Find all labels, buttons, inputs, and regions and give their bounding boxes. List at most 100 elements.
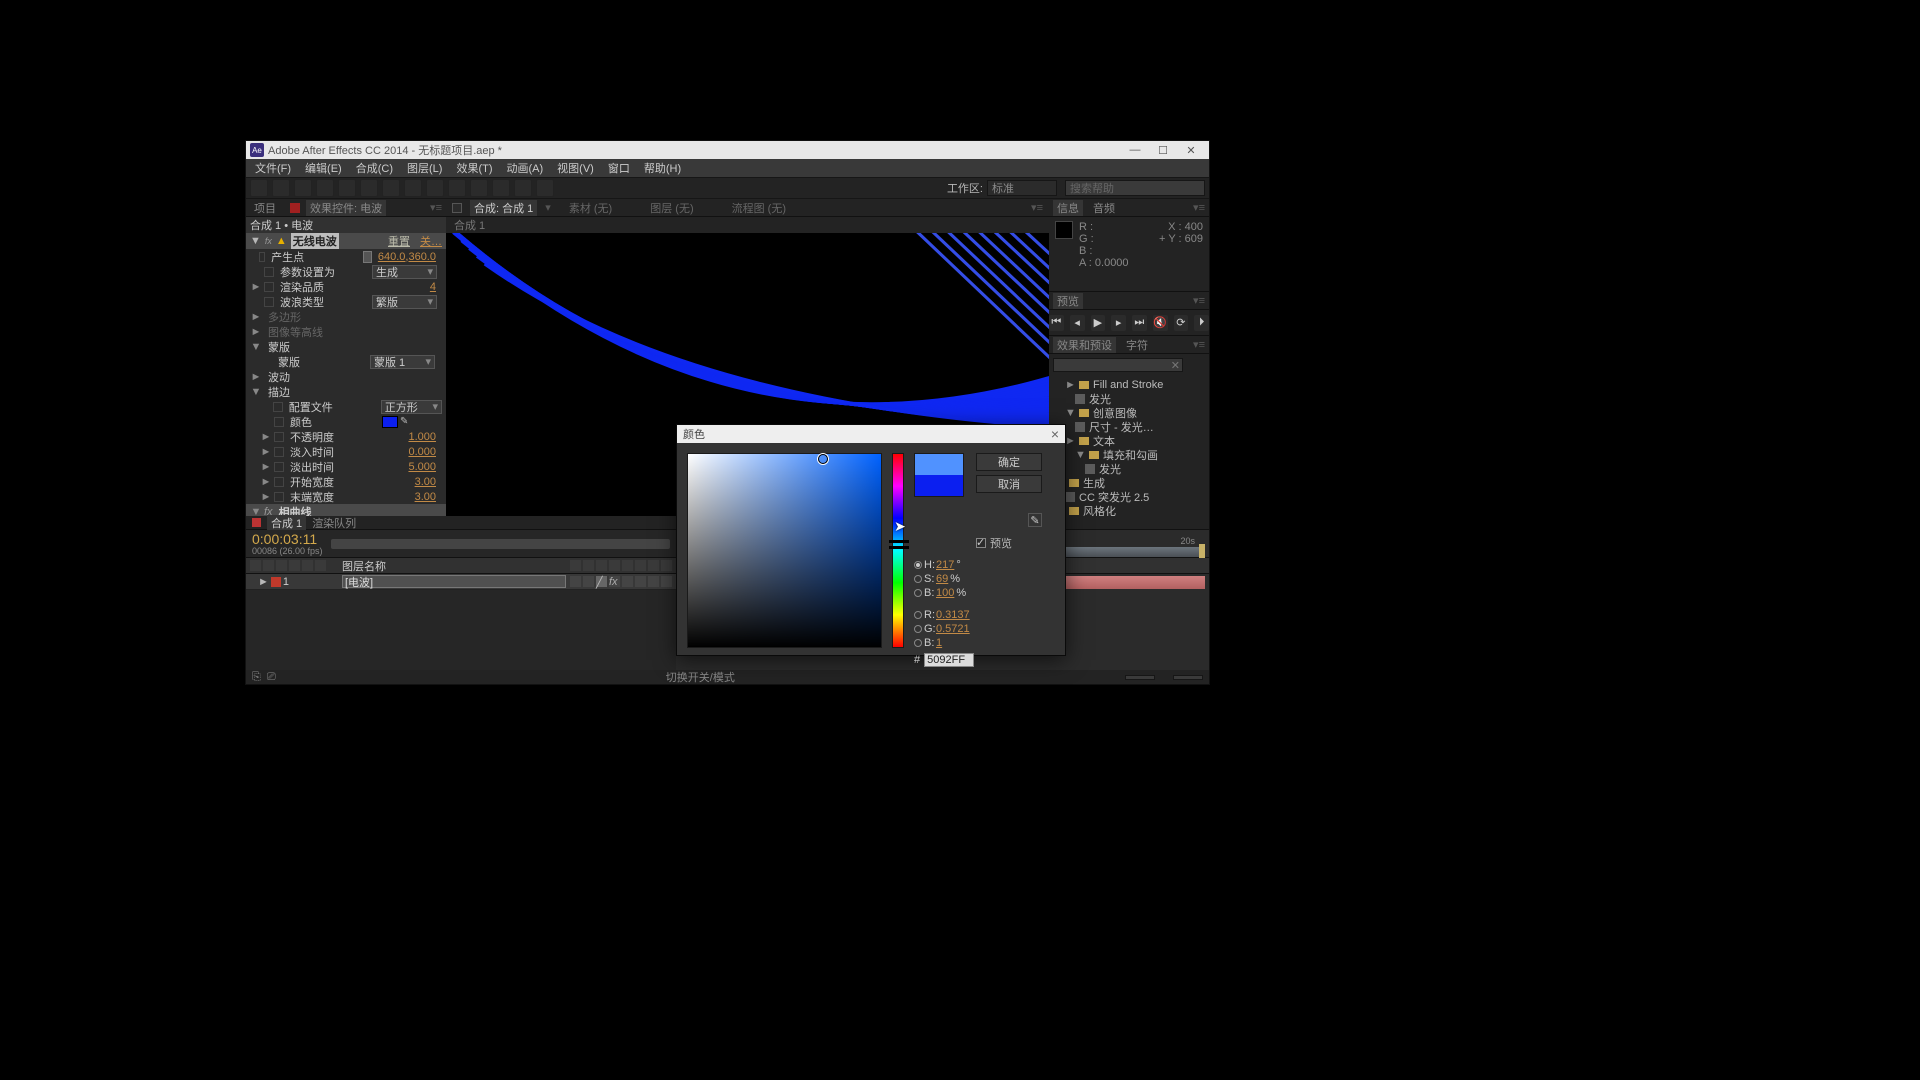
effect-radio-waves-title[interactable]: ▼ fx ▲ 无线电波 重置 关… (246, 233, 446, 249)
rotate-tool-icon[interactable] (316, 179, 334, 197)
close-dialog-button[interactable]: × (1051, 426, 1059, 442)
column-layer-name[interactable]: 图层名称 (338, 558, 566, 574)
timeline-comp-tab[interactable]: 合成 1 (267, 515, 306, 531)
last-frame-icon[interactable]: ⏭ (1132, 315, 1147, 331)
radio-r[interactable] (914, 611, 922, 619)
tab-audio[interactable]: 音频 (1089, 200, 1119, 216)
lock-icon[interactable] (452, 203, 462, 213)
mute-icon[interactable]: 🔇 (1153, 315, 1168, 331)
h-value[interactable]: 217 (936, 559, 954, 571)
stopwatch-icon[interactable] (264, 267, 274, 277)
chip-layer[interactable]: 图层 (无) (650, 200, 693, 216)
mask-dropdown[interactable]: 蒙版 1▾ (370, 355, 435, 369)
workspace-dropdown[interactable]: 标准 (987, 180, 1057, 196)
prop-startw-value[interactable]: 3.00 (415, 476, 436, 488)
label-column-icon[interactable] (302, 560, 313, 571)
shy-column-icon[interactable] (570, 560, 581, 571)
radio-g[interactable] (914, 625, 922, 633)
wave-type-dropdown[interactable]: 繁版▾ (372, 295, 437, 309)
zoom-slider-out-icon[interactable] (1125, 675, 1155, 680)
toggle-shy-icon[interactable]: ⎘ (252, 671, 261, 684)
about-button[interactable]: 关… (420, 233, 442, 249)
twirl-icon[interactable]: ▼ (1065, 407, 1075, 419)
shape-tool-icon[interactable] (382, 179, 400, 197)
toggle-switches-icon[interactable]: ⎚ (267, 671, 276, 684)
tab-effects-presets[interactable]: 效果和预设 (1053, 337, 1116, 353)
tab-effect-controls[interactable]: 效果控件: 电波 (306, 200, 386, 216)
menu-view[interactable]: 视图(V) (550, 160, 601, 176)
r-value[interactable]: 0.3137 (936, 609, 970, 621)
fx-column-icon[interactable] (609, 560, 620, 571)
collapse-column-icon[interactable] (583, 560, 594, 571)
layer-row[interactable]: ►1 [电波] ╱fx (246, 574, 676, 590)
clone-tool-icon[interactable] (470, 179, 488, 197)
tab-info[interactable]: 信息 (1053, 200, 1083, 216)
next-frame-icon[interactable]: ▸ (1111, 315, 1126, 331)
menu-layer[interactable]: 图层(L) (400, 160, 449, 176)
zoom-slider-in-icon[interactable] (1173, 675, 1203, 680)
motionblur-column-icon[interactable] (635, 560, 646, 571)
panel-menu-icon[interactable]: ▾≡ (430, 201, 442, 214)
hue-marker-icon[interactable] (889, 540, 909, 549)
3d-icon[interactable] (661, 576, 672, 587)
tab-project[interactable]: 项目 (250, 200, 280, 216)
eyedropper-button[interactable]: ✎ (1028, 513, 1042, 527)
color-swatch[interactable] (382, 416, 398, 428)
eye-column-icon[interactable] (250, 560, 261, 571)
prop-render-value[interactable]: 4 (430, 281, 436, 293)
loop-icon[interactable]: ⟳ (1174, 315, 1189, 331)
stopwatch-icon[interactable] (274, 492, 284, 502)
play-icon[interactable]: ▶ (1091, 315, 1106, 331)
reset-button[interactable]: 重置 (388, 233, 410, 249)
chip-flowchart[interactable]: 流程图 (无) (732, 200, 786, 216)
effect-name[interactable]: 无线电波 (291, 233, 339, 249)
tab-character[interactable]: 字符 (1122, 337, 1152, 353)
timeline-search-input[interactable] (331, 539, 670, 549)
search-help-input[interactable]: 搜索帮助 (1065, 180, 1205, 196)
selection-tool-icon[interactable] (250, 179, 268, 197)
ram-preview-icon[interactable]: ⏵ (1194, 315, 1209, 331)
prop-opacity-value[interactable]: 1.000 (408, 431, 436, 443)
twirl-icon[interactable]: ▼ (250, 235, 261, 247)
prop-stroke-group[interactable]: 描边 (268, 384, 358, 400)
radio-bc[interactable] (914, 639, 922, 647)
spawn-set-dropdown[interactable]: 生成▾ (372, 265, 437, 279)
fx-switch-icon[interactable]: fx (609, 576, 620, 587)
minimize-button[interactable]: — (1121, 143, 1149, 157)
preset-folder[interactable]: ▼创意图像 (1055, 406, 1203, 420)
zoom-tool-icon[interactable] (294, 179, 312, 197)
quality-icon[interactable]: ╱ (596, 576, 607, 587)
radio-b[interactable] (914, 589, 922, 597)
hand-tool-icon[interactable] (272, 179, 290, 197)
hex-input[interactable]: 5092FF (924, 653, 974, 667)
maximize-button[interactable]: ☐ (1149, 143, 1177, 157)
prop-spawn-value[interactable]: 640.0,360.0 (378, 251, 436, 263)
preset-folder[interactable]: ▼生成 (1055, 476, 1203, 490)
layer-color-icon[interactable] (271, 577, 281, 587)
menubar[interactable]: 文件(F) 编辑(E) 合成(C) 图层(L) 效果(T) 动画(A) 视图(V… (246, 159, 1209, 177)
text-tool-icon[interactable] (426, 179, 444, 197)
twirl-icon[interactable]: ► (1065, 379, 1075, 391)
prop-mask-group[interactable]: 蒙版 (268, 339, 358, 355)
twirl-icon[interactable]: ▼ (1075, 449, 1085, 461)
chip-footage[interactable]: 素材 (无) (569, 200, 612, 216)
stopwatch-icon[interactable] (274, 447, 284, 457)
stopwatch-icon[interactable] (259, 252, 265, 262)
fb-icon[interactable] (622, 576, 633, 587)
preview-checkbox[interactable] (976, 538, 986, 548)
tab-preview[interactable]: 预览 (1053, 293, 1083, 309)
puppet-tool-icon[interactable] (536, 179, 554, 197)
layer-name-field[interactable]: [电波] (342, 575, 566, 588)
prop-fadein-value[interactable]: 0.000 (408, 446, 436, 458)
timeline-timecode[interactable]: 0:00:03:11 (252, 532, 323, 546)
adjust-column-icon[interactable] (648, 560, 659, 571)
sv-marker-icon[interactable] (818, 454, 828, 464)
camera-tool-icon[interactable] (338, 179, 356, 197)
preset-item[interactable]: 尺寸 - 发光… (1055, 420, 1203, 434)
b-value[interactable]: 100 (936, 587, 954, 599)
roto-tool-icon[interactable] (514, 179, 532, 197)
comp-tab[interactable]: 合成: 合成 1 (470, 200, 537, 216)
panbehind-tool-icon[interactable] (360, 179, 378, 197)
preset-folder[interactable]: ▼填充和勾画 (1055, 448, 1203, 462)
stopwatch-icon[interactable] (264, 282, 274, 292)
